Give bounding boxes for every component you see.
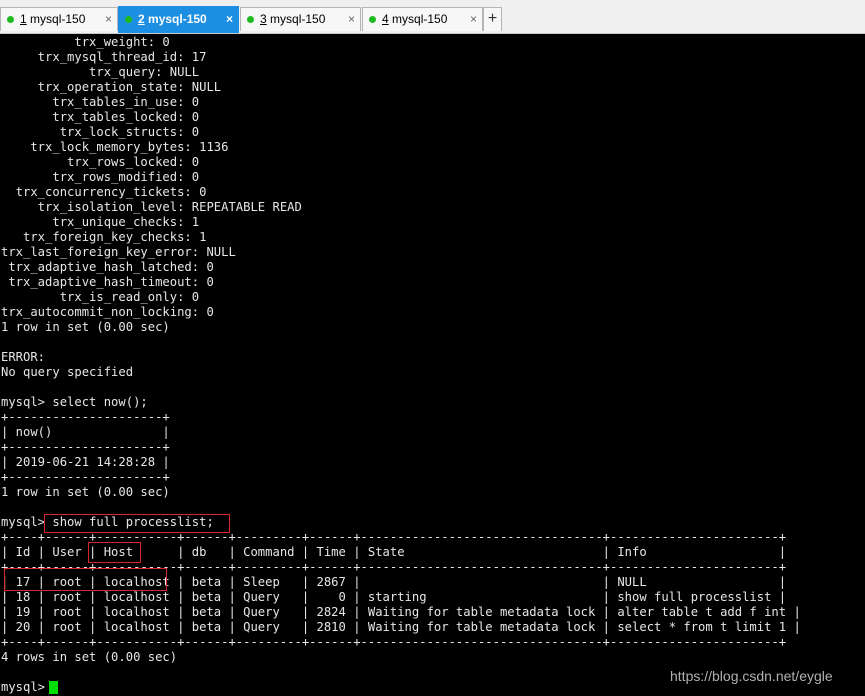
- tab-close-icon[interactable]: ×: [470, 8, 477, 30]
- terminal-line: 1 row in set (0.00 sec): [1, 485, 170, 499]
- terminal-line: | 20 | root | localhost | beta | Query |…: [1, 620, 801, 634]
- terminal-line: +---------------------+: [1, 470, 170, 484]
- terminal-line: | 2019-06-21 14:28:28 |: [1, 455, 170, 469]
- tab-label: 3 mysql-150: [260, 12, 326, 26]
- terminal-line: mysql>: [1, 680, 53, 694]
- terminal-line: ERROR:: [1, 350, 46, 364]
- terminal-line: | 18 | root | localhost | beta | Query |…: [1, 590, 787, 604]
- terminal-line: trx_adaptive_hash_timeout: 0: [1, 275, 214, 289]
- terminal-line: 4 rows in set (0.00 sec): [1, 650, 178, 664]
- tab-label: 2 mysql-150: [138, 12, 207, 26]
- terminal-line: trx_adaptive_hash_latched: 0: [1, 260, 214, 274]
- terminal-line: trx_rows_modified: 0: [1, 170, 200, 184]
- terminal-output[interactable]: trx_weight: 0 trx_mysql_thread_id: 17 tr…: [0, 34, 865, 696]
- terminal-line: trx_unique_checks: 1: [1, 215, 200, 229]
- highlight-host-header: [88, 542, 141, 563]
- connected-status-icon: [7, 16, 14, 23]
- terminal-line: trx_lock_memory_bytes: 1136: [1, 140, 229, 154]
- tab-4[interactable]: 4 mysql-150 ×: [362, 7, 483, 31]
- terminal-line: trx_last_foreign_key_error: NULL: [1, 245, 236, 259]
- tab-close-icon[interactable]: ×: [226, 8, 233, 30]
- tab-3[interactable]: 3 mysql-150 ×: [240, 7, 361, 31]
- terminal-line: trx_foreign_key_checks: 1: [1, 230, 207, 244]
- terminal-line: 1 row in set (0.00 sec): [1, 320, 170, 334]
- connected-status-icon: [247, 16, 254, 23]
- terminal-line: trx_weight: 0: [1, 35, 170, 49]
- terminal-line: trx_operation_state: NULL: [1, 80, 222, 94]
- connected-status-icon: [369, 16, 376, 23]
- terminal-line: | 19 | root | localhost | beta | Query |…: [1, 605, 801, 619]
- terminal-line: trx_query: NULL: [1, 65, 200, 79]
- tab-close-icon[interactable]: ×: [105, 8, 112, 30]
- tab-bar: 1 mysql-150 × 2 mysql-150 × 3 mysql-150 …: [0, 0, 865, 34]
- new-tab-button[interactable]: +: [483, 7, 502, 31]
- terminal-line: trx_isolation_level: REPEATABLE READ: [1, 200, 302, 214]
- tab-label: 4 mysql-150: [382, 12, 448, 26]
- terminal-line: trx_tables_locked: 0: [1, 110, 200, 124]
- terminal-line: | now() |: [1, 425, 170, 439]
- connected-status-icon: [125, 16, 132, 23]
- terminal-line: trx_lock_structs: 0: [1, 125, 200, 139]
- tab-label: 1 mysql-150: [20, 12, 86, 26]
- terminal-line: mysql> select now();: [1, 395, 148, 409]
- highlight-command: [44, 514, 230, 533]
- highlight-row-17: [4, 568, 167, 591]
- terminal-line: +----+------+-----------+------+--------…: [1, 635, 787, 649]
- terminal-line: trx_tables_in_use: 0: [1, 95, 200, 109]
- terminal-line: No query specified: [1, 365, 134, 379]
- terminal-line: trx_concurrency_tickets: 0: [1, 185, 207, 199]
- terminal-line: trx_autocommit_non_locking: 0: [1, 305, 214, 319]
- terminal-line: +---------------------+: [1, 410, 170, 424]
- terminal-cursor: [49, 681, 58, 694]
- tab-1[interactable]: 1 mysql-150 ×: [0, 7, 118, 31]
- terminal-line: +---------------------+: [1, 440, 170, 454]
- tab-close-icon[interactable]: ×: [348, 8, 355, 30]
- terminal-line: trx_rows_locked: 0: [1, 155, 200, 169]
- terminal-line: trx_mysql_thread_id: 17: [1, 50, 207, 64]
- terminal-line: trx_is_read_only: 0: [1, 290, 200, 304]
- watermark: https://blog.csdn.net/eygle: [670, 668, 833, 684]
- tab-2[interactable]: 2 mysql-150 ×: [118, 6, 239, 33]
